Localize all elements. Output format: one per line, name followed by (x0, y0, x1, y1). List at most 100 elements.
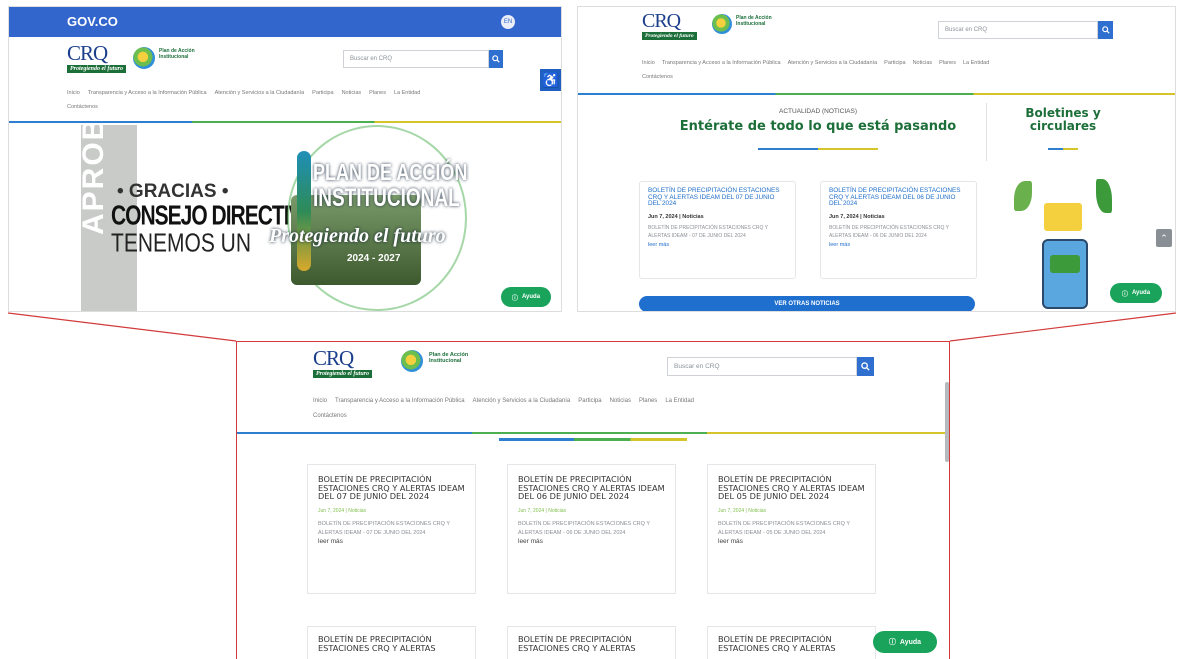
nav-item[interactable]: Participa (312, 90, 333, 96)
ayuda-label: Ayuda (1131, 290, 1151, 296)
news-card[interactable]: BOLETÍN DE PRECIPITACIÓN ESTACIONES CRQ … (507, 464, 676, 594)
card-title[interactable]: BOLETÍN DE PRECIPITACIÓN ESTACIONES CRQ … (829, 187, 968, 208)
phone-image (1042, 239, 1088, 309)
logo-subtitle: Protegiendo el futuro (67, 65, 127, 73)
main-nav: Inicio Transparencia y Acceso a la Infor… (313, 398, 694, 404)
news-card[interactable]: BOLETÍN DE PRECIPITACIÓN ESTACIONES CRQ … (820, 181, 977, 279)
nav-item[interactable]: Transparencia y Acceso a la Información … (335, 398, 465, 404)
news-kicker: ACTUALIDAD (NOTICIAS) (778, 108, 857, 115)
gov-co-label[interactable]: GOV.CO (67, 14, 118, 29)
search-icon (492, 55, 500, 63)
section-underline (499, 438, 687, 441)
read-more-link[interactable]: leer más (648, 242, 787, 248)
brand-logo[interactable]: CRQ Protegiendo el futuro (67, 41, 127, 73)
nav-item[interactable]: Planes (639, 398, 657, 404)
search-icon (1101, 26, 1110, 34)
search-input[interactable]: Buscar en CRQ (343, 50, 489, 68)
card-meta: Jun 7, 2024 | Noticias (518, 507, 566, 514)
scroll-top-button[interactable]: ⌃ (1156, 229, 1172, 247)
logo-subtitle: Protegiendo el futuro (313, 370, 373, 378)
news-card[interactable]: BOLETÍN DE PRECIPITACIÓN ESTACIONES CRQ … (707, 626, 876, 659)
nav-item[interactable]: Contáctenos (642, 74, 673, 80)
help-icon: ⓘ (511, 295, 518, 302)
nav-item[interactable]: Noticias (610, 398, 631, 404)
news-card[interactable]: BOLETÍN DE PRECIPITACIÓN ESTACIONES CRQ … (707, 464, 876, 594)
search-button[interactable] (857, 357, 874, 376)
hero-years: 2024 - 2027 (347, 253, 401, 264)
news-card[interactable]: BOLETÍN DE PRECIPITACIÓN ESTACIONES CRQ … (507, 626, 676, 659)
nav-item[interactable]: La Entidad (963, 60, 989, 66)
nav-item[interactable]: Inicio (67, 90, 80, 96)
nav-item[interactable]: Transparencia y Acceso a la Información … (88, 90, 207, 96)
news-card[interactable]: BOLETÍN DE PRECIPITACIÓN ESTACIONES CRQ … (307, 464, 476, 594)
card-title[interactable]: BOLETÍN DE PRECIPITACIÓN ESTACIONES CRQ … (318, 635, 465, 652)
search-icon (861, 362, 870, 371)
logo-text: CRQ (313, 346, 354, 370)
nav-item[interactable]: Participa (578, 398, 601, 404)
news-card[interactable]: BOLETÍN DE PRECIPITACIÓN ESTACIONES CRQ … (639, 181, 796, 279)
card-description: BOLETÍN DE PRECIPITACIÓN ESTACIONES CRQ … (718, 520, 850, 536)
nav-item[interactable]: Contáctenos (67, 104, 98, 110)
help-icon: ⓘ (1121, 291, 1128, 298)
card-title[interactable]: BOLETÍN DE PRECIPITACIÓN ESTACIONES CRQ … (718, 475, 865, 501)
search-input[interactable]: Buscar en CRQ (667, 357, 857, 376)
logo-text: CRQ (67, 41, 108, 65)
screenshot-panel-3: CRQ Protegiendo el futuro Plan de Acción… (236, 341, 950, 659)
plan-title: Plan de Acción Institucional (429, 352, 469, 365)
card-description: BOLETÍN DE PRECIPITACIÓN ESTACIONES CRQ … (648, 225, 768, 240)
ayuda-button[interactable]: ⓘ Ayuda (501, 287, 551, 307)
brand-logo[interactable]: CRQ Protegiendo el futuro (642, 11, 697, 40)
boletines-illustration[interactable] (1006, 175, 1126, 311)
ayuda-button[interactable]: ⓘ Ayuda (1110, 283, 1162, 303)
search-input[interactable]: Buscar en CRQ (938, 21, 1098, 39)
connector-left-line (7, 312, 237, 342)
search-button[interactable] (489, 50, 503, 68)
card-title[interactable]: BOLETÍN DE PRECIPITACIÓN ESTACIONES CRQ … (518, 635, 665, 652)
read-more-link[interactable]: leer más (829, 242, 968, 248)
nav-item[interactable]: Transparencia y Acceso a la Información … (662, 60, 781, 66)
nav-item[interactable]: Atención y Servicios a la Ciudadanía (215, 90, 305, 96)
hero-bird-image (297, 151, 311, 271)
plan-title: Plan de Acción Institucional (736, 15, 772, 27)
card-meta: Jun 7, 2024 | Noticias (718, 507, 766, 514)
nav-item[interactable]: Atención y Servicios a la Ciudadanía (788, 60, 878, 66)
boletines-title: Boletines y circulares (1025, 106, 1101, 134)
card-title[interactable]: BOLETÍN DE PRECIPITACIÓN ESTACIONES CRQ … (718, 635, 865, 652)
nav-item[interactable]: Noticias (913, 60, 933, 66)
card-description: BOLETÍN DE PRECIPITACIÓN ESTACIONES CRQ … (318, 520, 450, 536)
nav-item[interactable]: Planes (939, 60, 956, 66)
hero-protegiendo: Protegiendo el futuro (269, 225, 446, 247)
card-description: BOLETÍN DE PRECIPITACIÓN ESTACIONES CRQ … (518, 520, 650, 536)
read-more-link[interactable]: leer más (318, 538, 465, 545)
read-more-link[interactable]: leer más (518, 538, 665, 545)
brand-logo[interactable]: CRQ Protegiendo el futuro (313, 346, 373, 378)
phone-screen-card (1050, 255, 1080, 273)
nav-item[interactable]: Noticias (342, 90, 362, 96)
header-divider (578, 93, 1175, 95)
nav-item[interactable]: Planes (369, 90, 386, 96)
boletines-underline (1048, 148, 1078, 150)
accessibility-icon[interactable]: ♿ (540, 69, 561, 91)
read-more-link[interactable]: leer más (718, 538, 865, 545)
nav-item[interactable]: Atención y Servicios a la Ciudadanía (473, 398, 571, 404)
news-card[interactable]: BOLETÍN DE PRECIPITACIÓN ESTACIONES CRQ … (307, 626, 476, 659)
card-title[interactable]: BOLETÍN DE PRECIPITACIÓN ESTACIONES CRQ … (318, 475, 465, 501)
nav-item[interactable]: Inicio (313, 398, 327, 404)
ver-otras-button[interactable]: VER OTRAS NOTICIAS (639, 296, 975, 311)
hero-tenemos: TENEMOS UN (111, 229, 252, 258)
hero-plan-line1: PLAN DE ACCIÓN (313, 159, 468, 185)
nav-item[interactable]: Contáctenos (313, 413, 347, 419)
hero-banner[interactable]: APROBADO • GRACIAS • CONSEJO DIRECTIVO T… (81, 125, 485, 311)
nav-item[interactable]: La Entidad (394, 90, 420, 96)
card-title[interactable]: BOLETÍN DE PRECIPITACIÓN ESTACIONES CRQ … (518, 475, 665, 501)
nav-item[interactable]: Inicio (642, 60, 655, 66)
plan-title: Plan de Acción Institucional (159, 48, 195, 60)
scrollbar-thumb[interactable] (945, 382, 949, 462)
language-toggle[interactable]: EN (501, 15, 515, 29)
nav-item[interactable]: Participa (884, 60, 905, 66)
nav-item[interactable]: La Entidad (665, 398, 694, 404)
search-button[interactable] (1098, 21, 1113, 39)
card-title[interactable]: BOLETÍN DE PRECIPITACIÓN ESTACIONES CRQ … (648, 187, 787, 208)
header-divider (9, 121, 561, 123)
ayuda-button[interactable]: ⓘ Ayuda (873, 631, 937, 653)
